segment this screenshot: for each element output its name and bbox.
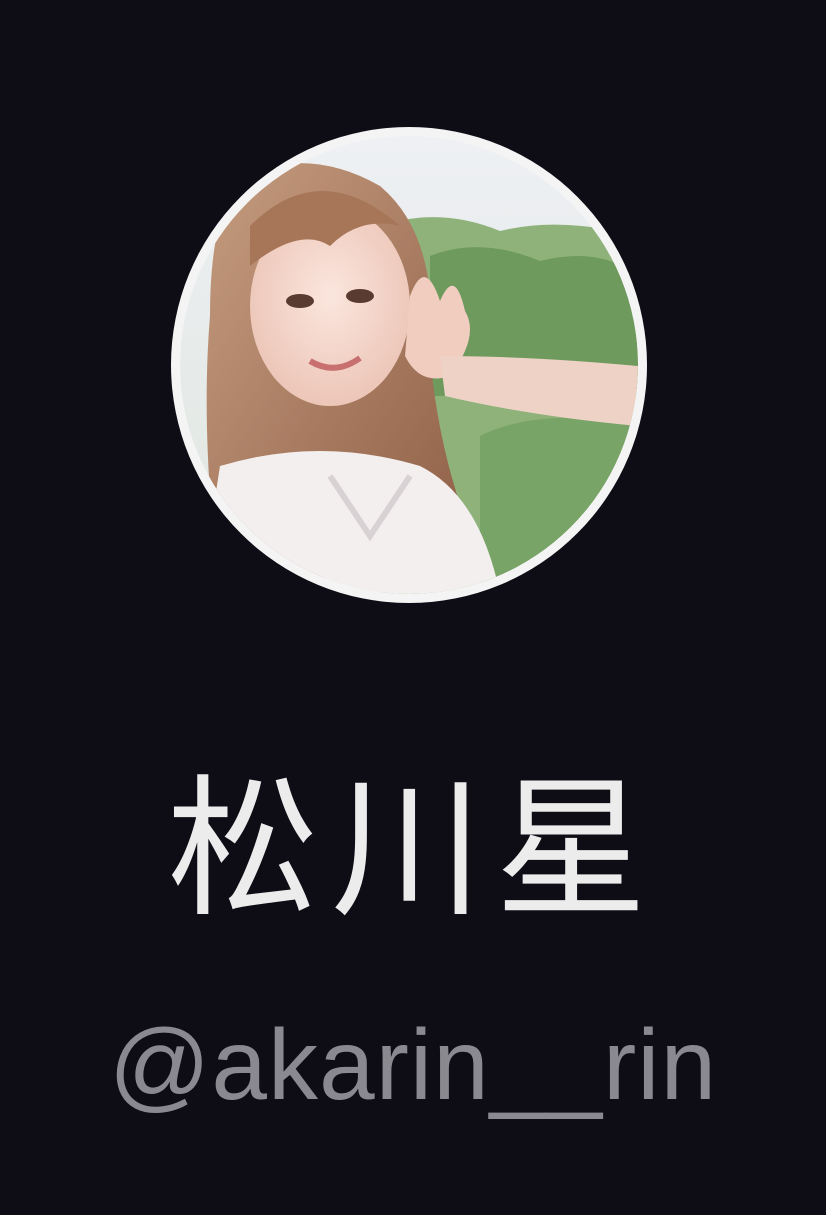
- profile-photo-icon: [180, 136, 638, 594]
- profile-card: 松川星 @akarin__rin: [0, 0, 826, 1215]
- username[interactable]: @akarin__rin: [0, 1010, 826, 1120]
- display-name: 松川星: [167, 761, 659, 938]
- avatar[interactable]: [171, 127, 647, 603]
